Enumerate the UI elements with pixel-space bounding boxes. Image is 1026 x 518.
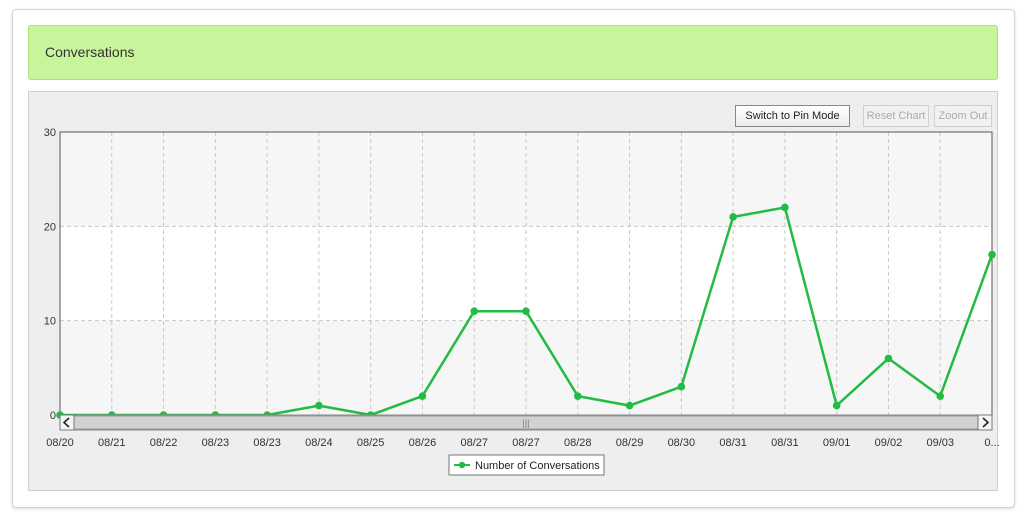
data-point[interactable] — [729, 213, 737, 221]
scroll-right-button[interactable] — [977, 414, 993, 431]
x-tick-label: 08/23 — [202, 437, 230, 449]
scroll-left-button[interactable] — [59, 414, 75, 431]
data-point[interactable] — [936, 392, 945, 400]
x-tick-label: 08/26 — [409, 437, 437, 449]
data-point[interactable] — [418, 392, 427, 400]
data-point[interactable] — [832, 401, 841, 410]
data-point[interactable] — [677, 382, 686, 391]
x-tick-label: 09/03 — [926, 437, 954, 449]
x-tick-label: 08/22 — [150, 437, 178, 449]
data-point[interactable] — [884, 354, 893, 363]
data-point[interactable] — [470, 307, 479, 316]
data-point[interactable] — [625, 401, 634, 410]
x-tick-label: 08/20 — [46, 437, 74, 449]
x-tick-label: 08/28 — [564, 437, 592, 449]
y-tick-label: 10 — [44, 316, 56, 328]
y-tick-label: 0 — [50, 410, 56, 422]
x-tick-label: 0... — [984, 437, 999, 449]
data-point[interactable] — [315, 401, 323, 410]
y-tick-label: 30 — [44, 127, 56, 139]
x-tick-label: 08/27 — [512, 437, 540, 449]
x-tick-label: 09/01 — [823, 437, 851, 449]
x-tick-label: 08/24 — [305, 437, 333, 449]
x-tick-label: 08/30 — [668, 437, 696, 449]
legend-label: Number of Conversations — [475, 460, 600, 472]
data-point[interactable] — [781, 203, 789, 212]
x-tick-label: 08/25 — [357, 437, 385, 449]
x-tick-label: 08/27 — [460, 437, 488, 449]
x-tick-label: 08/29 — [616, 437, 644, 449]
y-tick-label: 20 — [44, 221, 56, 233]
legend-marker-point — [458, 461, 466, 469]
data-point[interactable] — [522, 307, 530, 316]
x-tick-label: 09/02 — [875, 437, 903, 449]
x-tick-label: 08/23 — [253, 437, 281, 449]
data-point[interactable] — [573, 392, 582, 400]
x-tick-label: 08/21 — [98, 437, 126, 449]
scrollbar-grip: ||| — [522, 418, 529, 428]
data-point[interactable] — [988, 250, 996, 259]
x-tick-label: 08/31 — [771, 437, 799, 449]
x-tick-label: 08/31 — [719, 437, 747, 449]
line-chart: 0 10 20 30 08/20 08/21 08/22 08/23 08/23 08/24 08/… — [44, 127, 1000, 476]
